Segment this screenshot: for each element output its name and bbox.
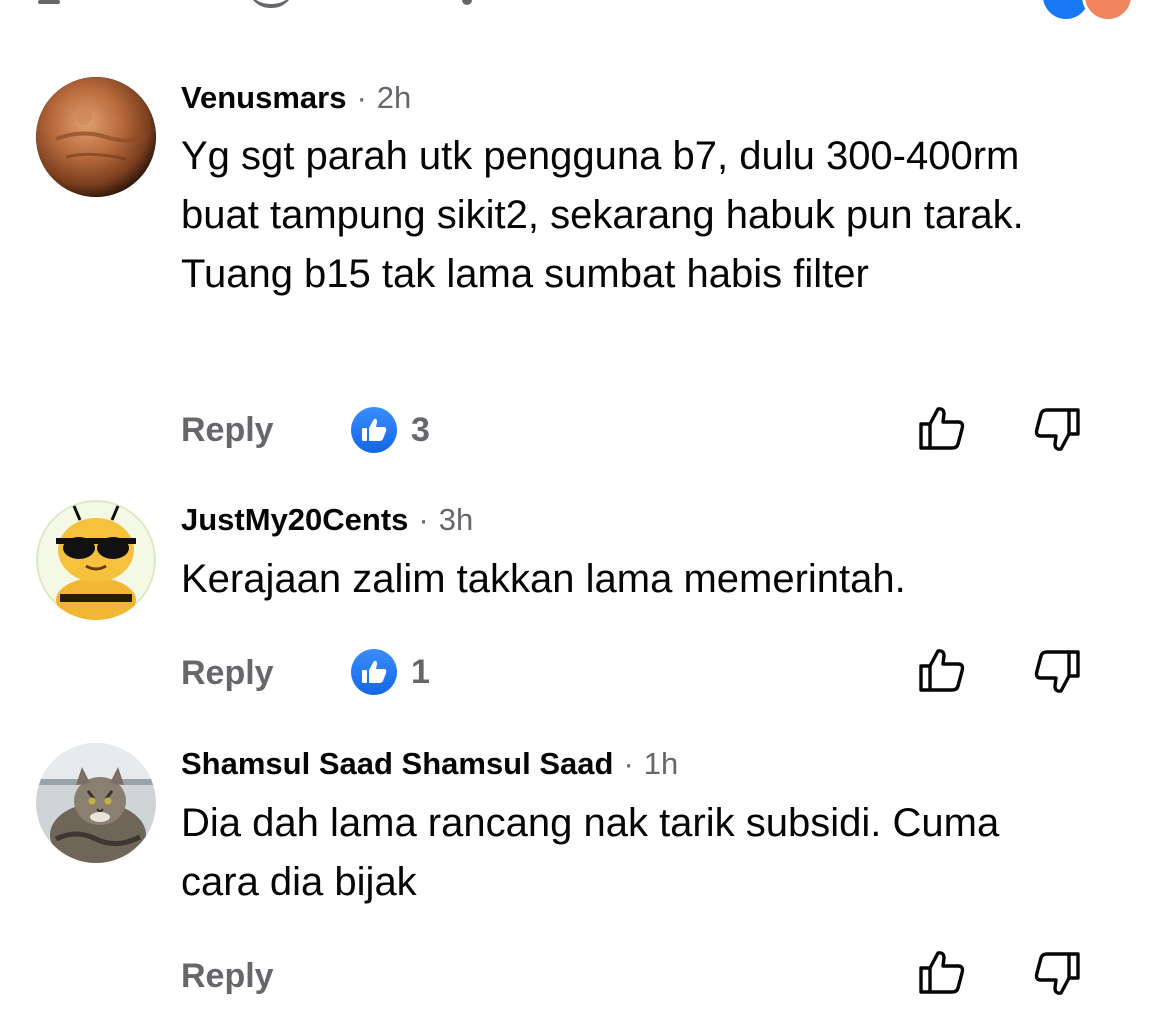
thumbs-up-outline-icon (919, 951, 965, 994)
comment-text: Kerajaan zalim takkan lama memerintah. (181, 557, 906, 601)
author-name[interactable]: Shamsul Saad Shamsul Saad (181, 746, 613, 781)
upvote-button[interactable] (917, 646, 967, 696)
timestamp[interactable]: 3h (439, 502, 473, 537)
separator: · (623, 746, 634, 781)
downvote-button[interactable] (1032, 404, 1082, 454)
author-name[interactable]: Venusmars (181, 80, 346, 115)
comment-icon[interactable] (248, 0, 294, 8)
author-name[interactable]: JustMy20Cents (181, 502, 408, 537)
share-icon[interactable] (462, 0, 472, 5)
separator: · (418, 502, 429, 537)
like-count[interactable]: 1 (351, 649, 430, 695)
upvote-button[interactable] (917, 948, 967, 998)
downvote-button[interactable] (1032, 948, 1082, 998)
thumbs-up-outline-icon (919, 407, 965, 450)
thumbs-down-outline-icon (1034, 952, 1080, 995)
mars-planet-icon (36, 77, 156, 197)
like-count[interactable]: 3 (351, 407, 430, 453)
upvote-button[interactable] (917, 404, 967, 454)
angry-reaction-icon (1082, 0, 1134, 22)
avatar[interactable] (36, 743, 156, 863)
avatar[interactable] (36, 77, 156, 197)
reply-button[interactable]: Reply (181, 410, 274, 450)
separator: · (356, 80, 367, 115)
bee-sunglasses-icon (36, 500, 156, 620)
reply-button[interactable]: Reply (181, 653, 274, 693)
like-number: 3 (411, 410, 430, 449)
comment-header: Shamsul Saad Shamsul Saad · 1h (181, 744, 678, 784)
thumbs-up-outline-icon (919, 649, 965, 692)
reply-button[interactable]: Reply (181, 956, 274, 996)
thumbs-down-outline-icon (1034, 650, 1080, 693)
thumbs-up-icon (351, 407, 397, 453)
thumbs-down-outline-icon (1034, 408, 1080, 451)
timestamp[interactable]: 1h (644, 746, 678, 781)
menu-icon[interactable] (38, 0, 60, 4)
comment-text: Dia dah lama rancang nak tarik subsidi. … (181, 801, 1000, 904)
timestamp[interactable]: 2h (377, 80, 411, 115)
comment-header: Venusmars · 2h (181, 78, 411, 118)
avatar[interactable] (36, 500, 156, 620)
tabby-cat-icon (36, 743, 156, 863)
previous-post-action-bar (0, 0, 1170, 22)
like-number: 1 (411, 652, 430, 691)
downvote-button[interactable] (1032, 646, 1082, 696)
comment-text: Yg sgt parah utk pengguna b7, dulu 300-4… (181, 134, 1024, 296)
thumbs-up-icon (351, 649, 397, 695)
comment-header: JustMy20Cents · 3h (181, 500, 473, 540)
